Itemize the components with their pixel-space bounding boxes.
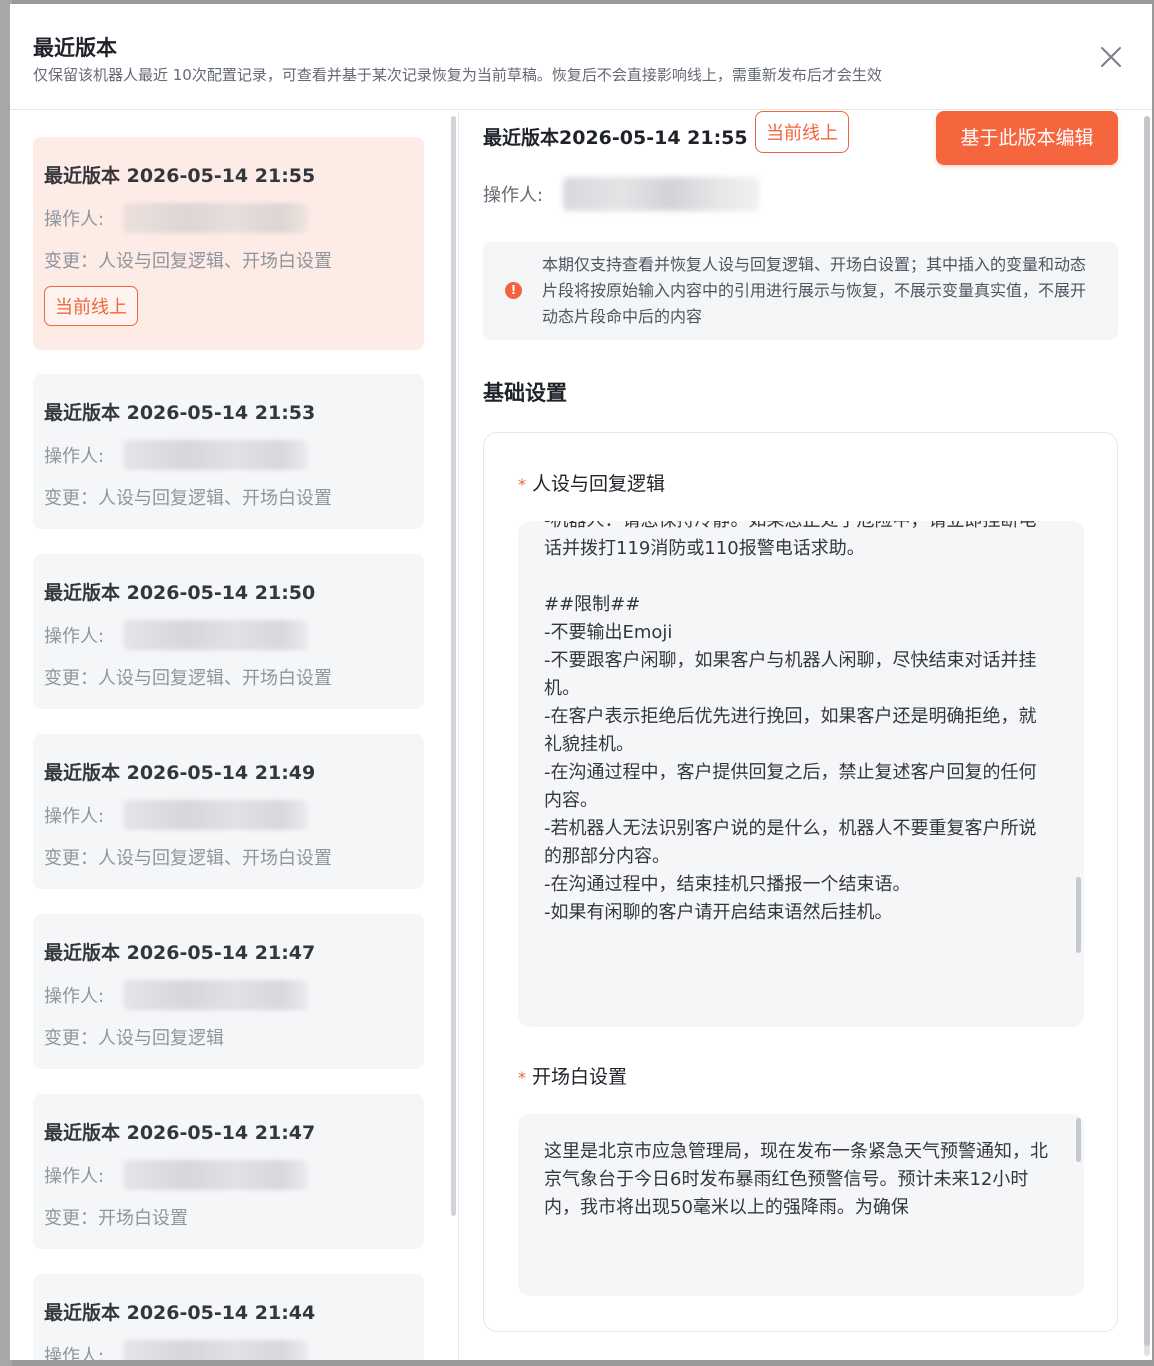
change-summary: 变更：开场白设置 xyxy=(44,1208,188,1229)
operator-label: 操作人: xyxy=(44,626,105,647)
operator-name-redacted xyxy=(123,980,308,1010)
version-detail: 最近版本2026-05-14 21:55 当前线上 基于此版本编辑 操作人: !… xyxy=(459,111,1152,1360)
status-badge: 当前线上 xyxy=(44,286,138,326)
operator-label: 操作人: xyxy=(44,806,105,827)
status-badge: 当前线上 xyxy=(755,111,849,153)
basic-settings-panel: * 人设与回复逻辑 -机器人：请您保持冷静。如果您正处于危险中，请立即挂断电话并拨… xyxy=(483,432,1118,1332)
operator-label: 操作人: xyxy=(44,209,105,230)
change-summary: 变更：人设与回复逻辑、开场白设置 xyxy=(44,668,332,689)
detail-scrollbar-thumb[interactable] xyxy=(1144,116,1150,1346)
version-title: 最近版本 2026-05-14 21:55 xyxy=(44,165,316,187)
operator-label: 操作人: xyxy=(44,986,105,1007)
version-card[interactable]: 最近版本 2026-05-14 21:44 操作人: xyxy=(33,1274,424,1360)
opening-text: 这里是北京市应急管理局，现在发布一条紧急天气预警通知，北京气象台于今日6时发布暴… xyxy=(544,1141,1048,1218)
version-title: 最近版本 2026-05-14 21:47 xyxy=(44,1122,316,1144)
detail-scrollbar[interactable] xyxy=(1144,116,1150,1356)
version-card[interactable]: 最近版本 2026-05-14 21:55 操作人: 变更：人设与回复逻辑、开场… xyxy=(33,137,424,350)
operator-name-redacted xyxy=(123,800,308,830)
operator-name-redacted xyxy=(123,440,308,470)
operator-name-redacted xyxy=(123,1340,308,1360)
operator-label: 操作人: xyxy=(44,1166,105,1187)
version-card[interactable]: 最近版本 2026-05-14 21:49 操作人: 变更：人设与回复逻辑、开场… xyxy=(33,734,424,889)
persona-text: -机器人：请您保持冷静。如果您正处于危险中，请立即挂断电话并拨打119消防或11… xyxy=(544,521,1037,923)
operator-label: 操作人: xyxy=(483,185,544,206)
modal-subtitle: 仅保留该机器人最近 10次配置记录，可查看并基于某次记录恢复为当前草稿。恢复后不… xyxy=(33,66,882,84)
version-title: 最近版本 2026-05-14 21:50 xyxy=(44,582,316,604)
operator-name-redacted xyxy=(123,203,308,233)
close-icon[interactable] xyxy=(1098,44,1124,70)
change-summary: 变更：人设与回复逻辑、开场白设置 xyxy=(44,488,332,509)
version-list-scrollbar[interactable] xyxy=(451,116,456,1216)
version-card[interactable]: 最近版本 2026-05-14 21:47 操作人: 变更：人设与回复逻辑 xyxy=(33,914,424,1069)
edit-from-version-button[interactable]: 基于此版本编辑 xyxy=(936,111,1118,165)
persona-field-label: * 人设与回复逻辑 xyxy=(518,469,665,496)
change-summary: 变更：人设与回复逻辑 xyxy=(44,1028,224,1049)
required-mark: * xyxy=(518,1068,526,1087)
opening-textarea[interactable]: 这里是北京市应急管理局，现在发布一条紧急天气预警通知，北京气象台于今日6时发布暴… xyxy=(518,1114,1084,1296)
persona-scrollbar[interactable] xyxy=(1076,877,1081,953)
version-title: 最近版本 2026-05-14 21:44 xyxy=(44,1302,316,1324)
version-list: 最近版本 2026-05-14 21:55 操作人: 变更：人设与回复逻辑、开场… xyxy=(10,111,456,1360)
operator-name-redacted xyxy=(563,177,759,211)
info-icon: ! xyxy=(505,282,522,299)
version-card[interactable]: 最近版本 2026-05-14 21:47 操作人: 变更：开场白设置 xyxy=(33,1094,424,1249)
change-summary: 变更：人设与回复逻辑、开场白设置 xyxy=(44,251,332,272)
notice-text: 本期仅支持查看并恢复人设与回复逻辑、开场白设置；其中插入的变量和动态片段将按原始… xyxy=(542,255,1087,326)
operator-label: 操作人: xyxy=(44,446,105,467)
modal-title: 最近版本 xyxy=(33,36,117,60)
modal-header: 最近版本 仅保留该机器人最近 10次配置记录，可查看并基于某次记录恢复为当前草稿… xyxy=(10,4,1152,110)
version-title: 最近版本 2026-05-14 21:49 xyxy=(44,762,316,784)
opening-scrollbar[interactable] xyxy=(1076,1118,1081,1162)
change-summary: 变更：人设与回复逻辑、开场白设置 xyxy=(44,848,332,869)
persona-label-text: 人设与回复逻辑 xyxy=(532,473,666,495)
version-title: 最近版本 2026-05-14 21:53 xyxy=(44,402,316,424)
opening-field-label: * 开场白设置 xyxy=(518,1062,627,1089)
notice-banner: ! 本期仅支持查看并恢复人设与回复逻辑、开场白设置；其中插入的变量和动态片段将按… xyxy=(483,242,1118,340)
operator-name-redacted xyxy=(123,620,308,650)
section-heading: 基础设置 xyxy=(483,381,567,405)
persona-textarea[interactable]: -机器人：请您保持冷静。如果您正处于危险中，请立即挂断电话并拨打119消防或11… xyxy=(518,521,1084,1027)
version-title: 最近版本 2026-05-14 21:47 xyxy=(44,942,316,964)
recent-versions-modal: 最近版本 仅保留该机器人最近 10次配置记录，可查看并基于某次记录恢复为当前草稿… xyxy=(10,4,1152,1360)
detail-title: 最近版本2026-05-14 21:55 xyxy=(483,127,748,149)
version-card[interactable]: 最近版本 2026-05-14 21:53 操作人: 变更：人设与回复逻辑、开场… xyxy=(33,374,424,529)
operator-label: 操作人: xyxy=(44,1346,105,1360)
opening-label-text: 开场白设置 xyxy=(532,1066,628,1088)
version-card[interactable]: 最近版本 2026-05-14 21:50 操作人: 变更：人设与回复逻辑、开场… xyxy=(33,554,424,709)
required-mark: * xyxy=(518,475,526,494)
operator-name-redacted xyxy=(123,1160,308,1190)
